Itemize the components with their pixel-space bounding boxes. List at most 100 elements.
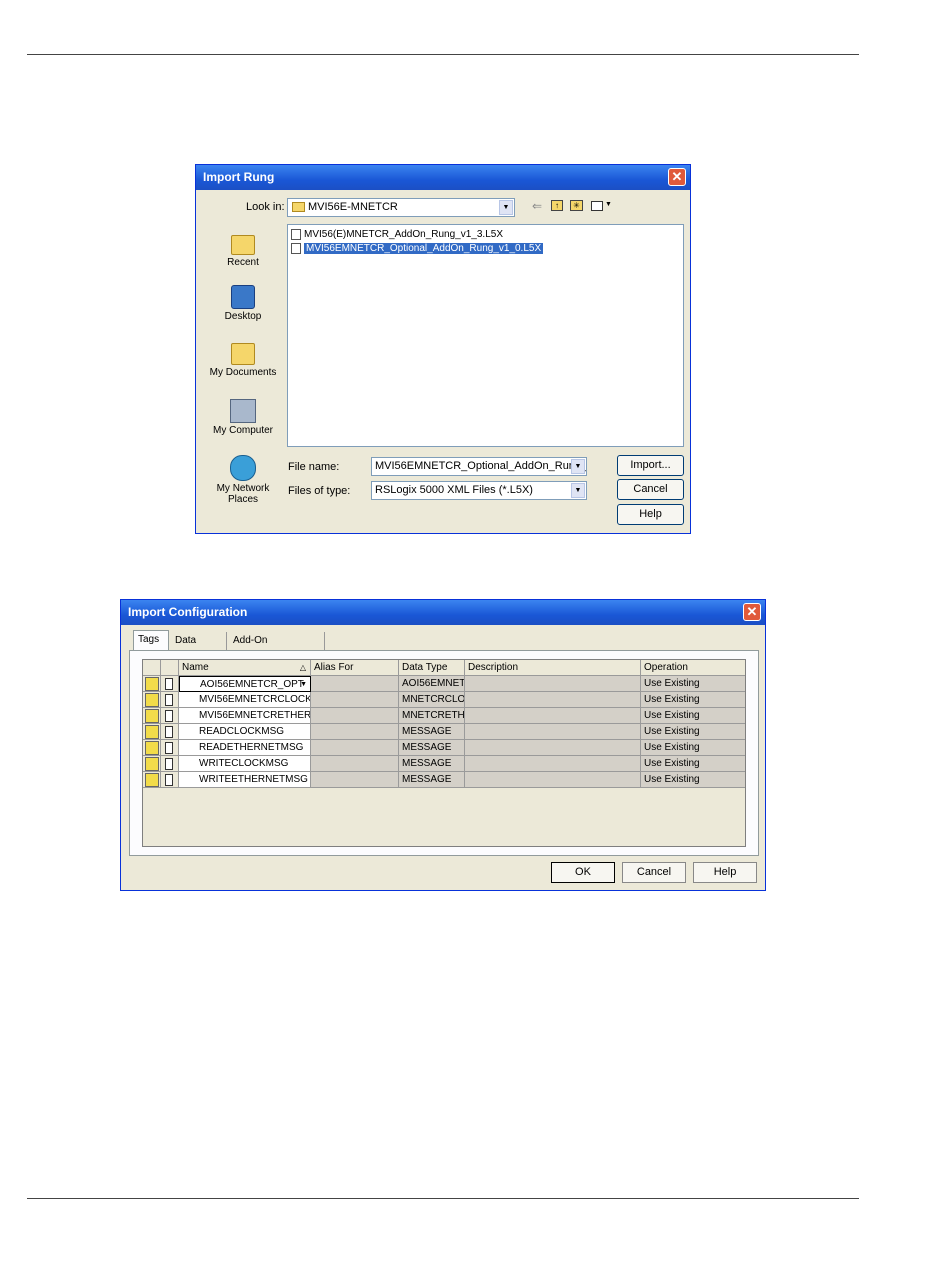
- chevron-down-icon[interactable]: ▼: [499, 200, 513, 215]
- import-rung-titlebar[interactable]: Import Rung ✕: [196, 165, 690, 190]
- row-tag-cell: [161, 756, 179, 772]
- file-list[interactable]: MVI56(E)MNETCR_AddOn_Rung_v1_3.L5X MVI56…: [287, 224, 684, 447]
- cell-type: MESSAGE: [399, 772, 465, 788]
- close-icon: ✕: [671, 169, 683, 184]
- cell-desc: [465, 692, 641, 708]
- cell-name-text: AOI56EMNETCR_OPT: [200, 679, 304, 690]
- column-header-name[interactable]: Name △: [179, 660, 311, 676]
- cell-op-text: Use Existing: [644, 774, 700, 785]
- table-row[interactable]: MVI56EMNETCRCLOCK MNETCRCLO Use Existing: [143, 692, 745, 708]
- row-tag-cell: [161, 724, 179, 740]
- chevron-down-icon[interactable]: ▼: [571, 459, 585, 474]
- top-rule: [27, 54, 859, 55]
- import-button[interactable]: Import...: [617, 455, 684, 476]
- look-in-value: MVI56E-MNETCR: [308, 201, 398, 213]
- cell-op[interactable]: Use Existing: [641, 692, 745, 708]
- table-row[interactable]: WRITECLOCKMSG MESSAGE Use Existing: [143, 756, 745, 772]
- cell-alias: [311, 676, 399, 692]
- tab-tags[interactable]: Tags: [133, 630, 169, 650]
- cell-name[interactable]: WRITECLOCKMSG: [179, 756, 311, 772]
- cell-type-text: MNETCRCLO: [402, 694, 465, 705]
- conflict-warning-icon: [145, 741, 159, 755]
- table-row[interactable]: WRITEETHERNETMSG MESSAGE Use Existing: [143, 772, 745, 788]
- place-my-computer-label: My Computer: [212, 425, 273, 436]
- cell-op[interactable]: Use Existing: [641, 724, 745, 740]
- header-icon-col-2: [161, 660, 179, 676]
- file-type-label: Files of type:: [288, 485, 351, 497]
- file-name-label: File name:: [288, 461, 340, 473]
- row-status-cell: [143, 676, 161, 692]
- row-status-cell: [143, 692, 161, 708]
- column-header-description[interactable]: Description: [465, 660, 641, 676]
- import-configuration-dialog: Import Configuration ✕ Tags Data Types A…: [120, 599, 766, 891]
- cell-name-text: MVI56EMNETCRCLOCK: [199, 694, 311, 705]
- table-row[interactable]: READCLOCKMSG MESSAGE Use Existing: [143, 724, 745, 740]
- import-config-title: Import Configuration: [128, 605, 248, 619]
- ok-button[interactable]: OK: [551, 862, 615, 883]
- import-rung-close-button[interactable]: ✕: [668, 168, 686, 186]
- cancel-button[interactable]: Cancel: [617, 479, 684, 500]
- file-item-1[interactable]: MVI56EMNETCR_Optional_AddOn_Rung_v1_0.L5…: [291, 242, 544, 256]
- back-arrow-icon[interactable]: ⇐: [532, 200, 544, 212]
- up-folder-icon[interactable]: ↑: [551, 200, 563, 211]
- place-my-computer[interactable]: My Computer: [202, 399, 284, 436]
- place-desktop-label: Desktop: [224, 311, 262, 322]
- row-status-cell: [143, 756, 161, 772]
- cell-name[interactable]: READETHERNETMSG: [179, 740, 311, 756]
- tags-grid[interactable]: Name △ Alias For Data Type Description O…: [142, 659, 746, 847]
- cell-alias: [311, 772, 399, 788]
- tab-add-on-instructions[interactable]: Add-On Instructions: [229, 632, 325, 664]
- tab-data-types[interactable]: Data Types: [171, 632, 227, 664]
- cell-alias: [311, 740, 399, 756]
- cell-op[interactable]: Use Existing: [641, 676, 745, 692]
- table-row[interactable]: AOI56EMNETCR_OPT ▼ AOI56EMNET Use Existing: [143, 676, 745, 692]
- cell-name[interactable]: AOI56EMNETCR_OPT ▼: [179, 676, 311, 692]
- cell-name[interactable]: MVI56EMNETCRETHER: [179, 708, 311, 724]
- place-desktop[interactable]: Desktop: [202, 285, 284, 322]
- table-row[interactable]: READETHERNETMSG MESSAGE Use Existing: [143, 740, 745, 756]
- table-row[interactable]: MVI56EMNETCRETHER MNETCRETH Use Existing: [143, 708, 745, 724]
- cell-name-text: MVI56EMNETCRETHER: [199, 710, 311, 721]
- cell-type: MNETCRETH: [399, 708, 465, 724]
- tag-icon: [165, 710, 173, 722]
- xml-file-icon: [291, 228, 301, 240]
- column-header-datatype[interactable]: Data Type: [399, 660, 465, 676]
- chevron-down-icon[interactable]: ▼: [300, 677, 307, 691]
- cell-type: MESSAGE: [399, 756, 465, 772]
- cell-op[interactable]: Use Existing: [641, 740, 745, 756]
- import-config-titlebar[interactable]: Import Configuration ✕: [121, 600, 765, 625]
- file-item-0[interactable]: MVI56(E)MNETCR_AddOn_Rung_v1_3.L5X: [291, 228, 503, 242]
- cell-alias: [311, 724, 399, 740]
- cell-name[interactable]: WRITEETHERNETMSG: [179, 772, 311, 788]
- cell-op-text: Use Existing: [644, 758, 700, 769]
- look-in-combo[interactable]: MVI56E-MNETCR ▼: [287, 198, 515, 217]
- place-recent[interactable]: Recent: [202, 231, 284, 268]
- cell-op[interactable]: Use Existing: [641, 708, 745, 724]
- cell-op-text: Use Existing: [644, 678, 700, 689]
- file-type-combo[interactable]: RSLogix 5000 XML Files (*.L5X) ▼: [371, 481, 587, 500]
- conflict-warning-icon: [145, 725, 159, 739]
- import-config-close-button[interactable]: ✕: [743, 603, 761, 621]
- column-header-alias[interactable]: Alias For: [311, 660, 399, 676]
- place-network[interactable]: My Network Places: [202, 455, 284, 505]
- file-name-combo[interactable]: MVI56EMNETCR_Optional_AddOn_Rung_v1_ ▼: [371, 457, 587, 476]
- look-in-label: Look in:: [246, 201, 285, 213]
- view-menu-icon[interactable]: [591, 201, 603, 211]
- conflict-warning-icon: [145, 757, 159, 771]
- new-folder-icon[interactable]: ✳: [570, 200, 583, 211]
- cell-type: MESSAGE: [399, 724, 465, 740]
- cell-name[interactable]: READCLOCKMSG: [179, 724, 311, 740]
- cell-op[interactable]: Use Existing: [641, 772, 745, 788]
- view-dropdown-icon[interactable]: ▼: [605, 201, 612, 208]
- cell-name-text: READETHERNETMSG: [199, 742, 304, 753]
- conflict-warning-icon: [145, 773, 159, 787]
- column-header-operation[interactable]: Operation: [641, 660, 745, 676]
- config-help-button[interactable]: Help: [693, 862, 757, 883]
- chevron-down-icon[interactable]: ▼: [571, 483, 585, 498]
- help-button[interactable]: Help: [617, 504, 684, 525]
- cell-op[interactable]: Use Existing: [641, 756, 745, 772]
- cell-name[interactable]: MVI56EMNETCRCLOCK: [179, 692, 311, 708]
- config-cancel-button[interactable]: Cancel: [622, 862, 686, 883]
- conflict-warning-icon: [145, 693, 159, 707]
- place-my-documents[interactable]: My Documents: [202, 343, 284, 378]
